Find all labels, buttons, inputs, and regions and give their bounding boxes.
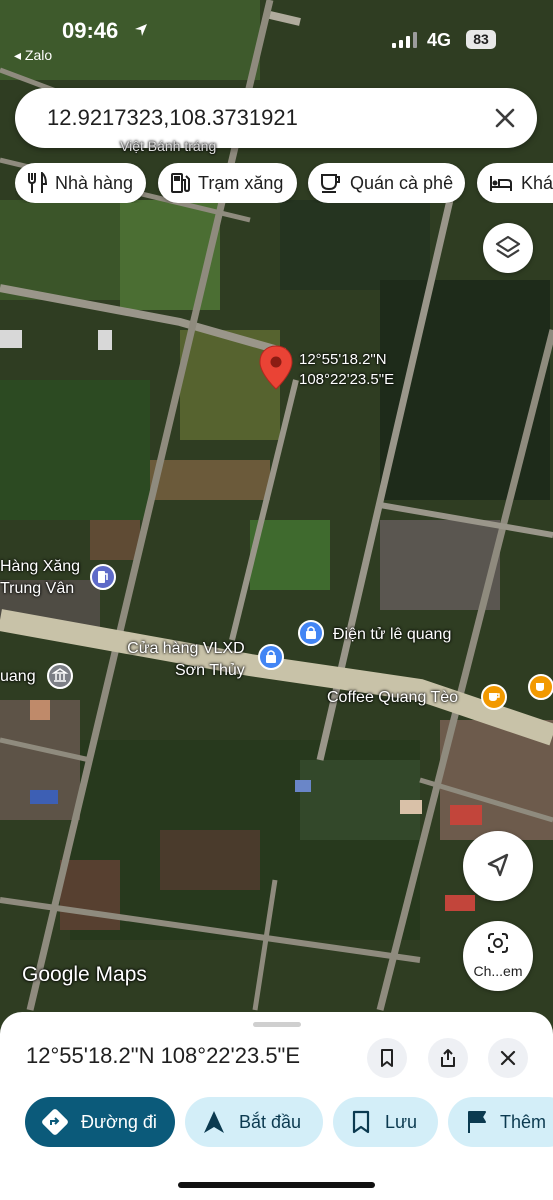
chip-label: Khác <box>521 172 553 193</box>
street-view-label: Ch...em <box>473 963 523 979</box>
sheet-drag-handle[interactable] <box>253 1022 301 1027</box>
start-button[interactable]: Bắt đầu <box>185 1097 323 1147</box>
sheet-coordinates: 12°55'18.2"N 108°22'23.5"E <box>26 1043 301 1068</box>
coffee-icon[interactable] <box>528 674 553 700</box>
gas-station-icon <box>171 173 190 193</box>
close-icon[interactable] <box>489 102 521 134</box>
search-input[interactable]: 12.9217323,108.3731921 <box>47 105 298 131</box>
street-view-button[interactable]: Ch...em <box>463 921 533 991</box>
chip-gas-stations[interactable]: Trạm xăng <box>158 163 297 203</box>
save-icon-button[interactable] <box>367 1038 407 1078</box>
chip-restaurants[interactable]: Nhà hàng <box>15 163 146 203</box>
pin-coordinates-label: 12°55'18.2"N 108°22'23.5"E <box>299 350 394 390</box>
directions-icon <box>42 1109 68 1135</box>
landmark-icon[interactable] <box>47 663 73 689</box>
location-arrow-icon <box>135 24 147 36</box>
restaurant-icon <box>28 172 47 193</box>
flag-icon <box>468 1111 486 1133</box>
place-label-partial[interactable]: Việt Bánh tráng <box>120 135 216 157</box>
place-vlxd-label[interactable]: Cửa hàng VLXD Sơn Thủy <box>127 638 245 682</box>
chip-hotels[interactable]: Khác <box>477 163 553 203</box>
place-label-line: Hàng Xăng <box>0 558 81 575</box>
place-label-line: Trung Vân <box>0 580 75 597</box>
place-gas-station-label[interactable]: Hàng Xăng Trung Vân <box>0 556 80 600</box>
layers-button[interactable] <box>483 223 533 273</box>
chip-label: Nhà hàng <box>55 172 134 193</box>
battery-level: 83 <box>466 30 496 49</box>
coffee-icon[interactable] <box>481 684 507 710</box>
share-button[interactable] <box>428 1038 468 1078</box>
close-sheet-button[interactable] <box>488 1038 528 1078</box>
pin-lng: 108°22'23.5"E <box>299 371 395 388</box>
status-time: 09:46 <box>62 18 119 43</box>
share-icon <box>441 1049 455 1067</box>
coffee-icon <box>321 174 340 193</box>
place-quang-label[interactable]: uang <box>0 666 36 688</box>
camera-icon <box>488 933 508 953</box>
place-label-line: Cửa hàng VLXD <box>127 640 245 657</box>
layers-icon <box>495 235 521 259</box>
pin-lat: 12°55'18.2"N <box>299 351 387 368</box>
chip-label: Quán cà phê <box>350 172 454 193</box>
place-dien-tu-label[interactable]: Điện tử lê quang <box>333 624 451 646</box>
bookmark-icon <box>352 1110 370 1134</box>
dropped-pin-icon[interactable] <box>258 345 294 391</box>
more-button[interactable]: Thêm <box>448 1097 553 1147</box>
start-label: Bắt đầu <box>239 1111 302 1132</box>
back-to-app-link[interactable]: ◂ Zalo <box>14 47 52 64</box>
navigation-arrow-icon <box>487 853 509 877</box>
bookmark-icon <box>381 1049 393 1067</box>
place-coffee-label[interactable]: Coffee Quang Tèo <box>327 687 458 709</box>
category-chips: Nhà hàng Trạm xăng Quán cà phê Khác <box>15 163 553 203</box>
directions-button[interactable]: Đường đi <box>25 1097 175 1147</box>
save-label: Lưu <box>385 1111 418 1132</box>
home-indicator[interactable] <box>178 1182 375 1188</box>
directions-label: Đường đi <box>81 1111 157 1132</box>
chip-label: Trạm xăng <box>198 172 284 193</box>
close-icon <box>500 1050 516 1066</box>
shopping-bag-icon[interactable] <box>298 620 324 646</box>
my-location-button[interactable] <box>463 831 533 901</box>
place-bottom-sheet[interactable]: 12°55'18.2"N 108°22'23.5"E Đường đi Bắt … <box>0 1012 553 1200</box>
shopping-bag-icon[interactable] <box>258 644 284 670</box>
hotel-icon <box>490 176 512 191</box>
status-bar: 09:46 ◂ Zalo 4G 83 <box>0 0 553 70</box>
google-maps-logo: Google Maps <box>22 963 147 986</box>
cellular-signal-icon <box>392 32 417 48</box>
chip-coffee[interactable]: Quán cà phê <box>308 163 465 203</box>
save-button[interactable]: Lưu <box>333 1097 438 1147</box>
gas-station-icon[interactable] <box>90 564 116 590</box>
network-type: 4G <box>427 30 452 50</box>
navigation-arrow-icon <box>204 1111 224 1133</box>
search-bar[interactable]: 12.9217323,108.3731921 <box>15 88 537 148</box>
more-label: Thêm <box>500 1111 547 1132</box>
place-label-line: Sơn Thủy <box>175 662 245 679</box>
